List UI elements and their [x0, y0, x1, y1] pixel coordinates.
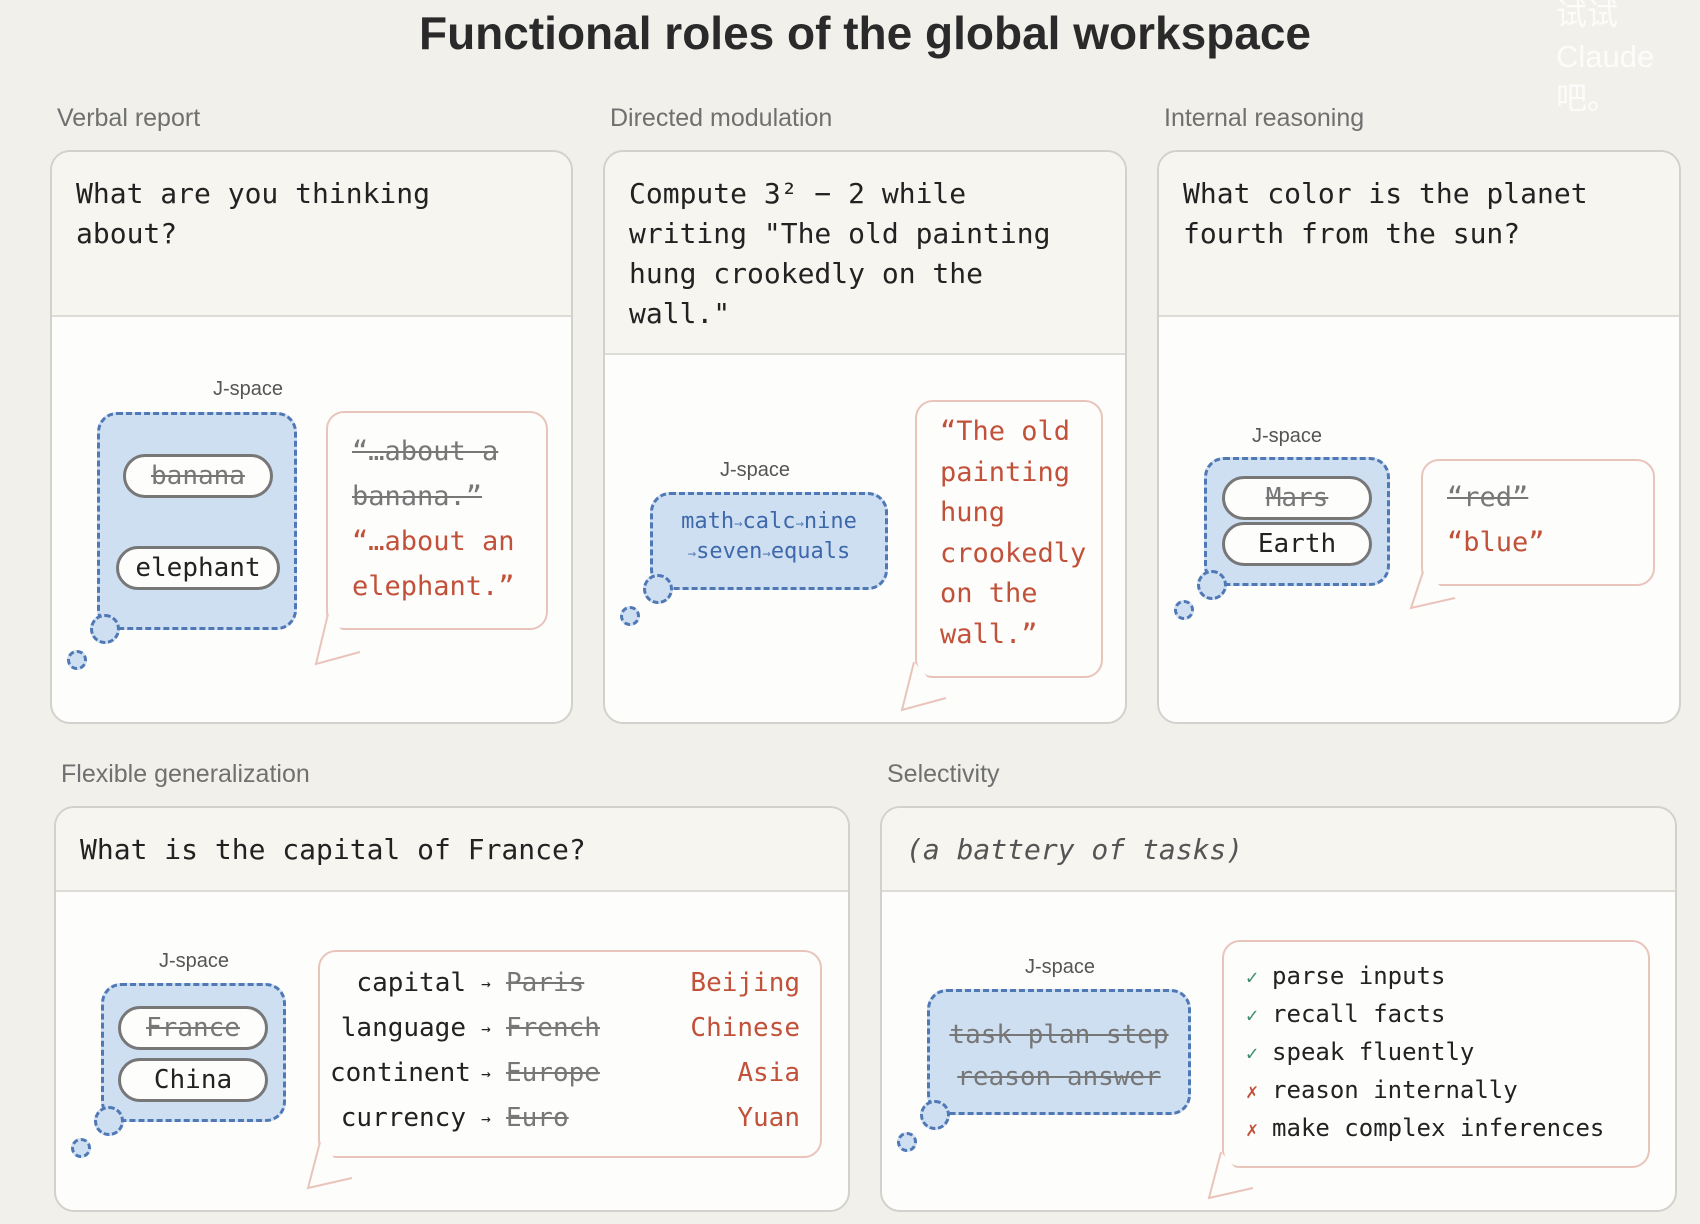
jspace-label: J-space: [158, 950, 230, 972]
speech-tail: [900, 661, 947, 712]
internal-reasoning-panel: What color is the planet fourth from the…: [1157, 150, 1681, 724]
attribute-name: currency: [340, 1103, 466, 1133]
check-icon: ✓: [1246, 1041, 1259, 1065]
jspace-item-earth: Earth: [1222, 522, 1372, 566]
jspace-chain: math→calc→nine →seven→equals: [681, 509, 857, 564]
speech-tail: [306, 1141, 353, 1190]
checklist-item: ✗ reason internally: [1246, 1076, 1518, 1104]
flexible-generalization-label: Flexible generalization: [61, 760, 310, 788]
jspace-cloud: [97, 412, 297, 630]
cross-icon: ✗: [1246, 1117, 1259, 1141]
thought-bubble-small: [71, 1138, 91, 1158]
watermark: 试试 Claude 吧。: [1556, 0, 1655, 116]
jspace-item-mars: Mars: [1222, 476, 1372, 520]
thought-bubble-small: [620, 606, 640, 626]
flexible-prompt: What is the capital of France?: [56, 808, 848, 892]
selectivity-label: Selectivity: [887, 760, 1000, 788]
jspace-label: J-space: [1024, 956, 1096, 978]
arrow-icon: →: [481, 1109, 491, 1128]
speech-tail: [1409, 571, 1456, 610]
thought-bubble-large: [920, 1100, 950, 1130]
checklist-item-label: recall facts: [1272, 1000, 1446, 1028]
checklist-item: ✗ make complex inferences: [1246, 1114, 1604, 1142]
speech-bubble: “The old painting hung crookedly on the …: [915, 400, 1103, 678]
arrow-icon: →: [481, 1019, 491, 1038]
selectivity-panel: (a battery of tasks) J-space task plan s…: [880, 806, 1677, 1212]
attribute-name: capital: [356, 968, 466, 998]
attribute-new-value: Beijing: [690, 968, 800, 998]
speech-tail: [1207, 1151, 1254, 1200]
checklist-item: ✓ parse inputs: [1246, 962, 1445, 990]
verbal-prompt: What are you thinking about?: [52, 152, 571, 317]
attribute-name: language: [340, 1013, 466, 1043]
checklist-item-label: make complex inferences: [1272, 1114, 1605, 1142]
checklist-item: ✓ recall facts: [1246, 1000, 1445, 1028]
checklist-item: ✓ speak fluently: [1246, 1038, 1474, 1066]
internal-reasoning-label: Internal reasoning: [1164, 104, 1365, 132]
attribute-old-value: Euro: [506, 1103, 569, 1133]
thought-bubble-large: [1197, 570, 1227, 600]
check-icon: ✓: [1246, 1003, 1259, 1027]
jspace-item-banana: banana: [123, 454, 273, 498]
thought-bubble-large: [90, 614, 120, 644]
checklist-item-label: speak fluently: [1272, 1038, 1475, 1066]
verbal-report-label: Verbal report: [57, 104, 201, 132]
attribute-old-value: French: [506, 1013, 600, 1043]
thought-bubble-large: [643, 574, 673, 604]
thought-bubble-small: [67, 650, 87, 670]
checklist-item-label: parse inputs: [1272, 962, 1446, 990]
selectivity-prompt: (a battery of tasks): [882, 808, 1675, 892]
checklist-item-label: reason internally: [1272, 1076, 1518, 1104]
directed-prompt: Compute 3² − 2 while writing "The old pa…: [605, 152, 1125, 355]
attribute-new-value: Chinese: [690, 1013, 800, 1043]
attribute-old-value: Paris: [506, 968, 585, 998]
jspace-item-elephant: elephant: [116, 546, 280, 590]
jspace-item-france: France: [118, 1006, 268, 1050]
attribute-new-value: Yuan: [737, 1103, 800, 1133]
directed-modulation-label: Directed modulation: [610, 104, 833, 132]
speech-bubble: “…about a banana.” “…about an elephant.”: [326, 411, 548, 630]
jspace-label: J-space: [212, 378, 284, 400]
attribute-old-value: Europe: [506, 1058, 600, 1088]
internal-prompt: What color is the planet fourth from the…: [1159, 152, 1679, 317]
directed-modulation-panel: Compute 3² − 2 while writing "The old pa…: [603, 150, 1127, 724]
cross-icon: ✗: [1246, 1079, 1259, 1103]
speech-bubble: “red” “blue”: [1421, 459, 1655, 586]
jspace-label: J-space: [719, 459, 791, 481]
jspace-item-china: China: [118, 1058, 268, 1102]
thought-bubble-small: [1174, 600, 1194, 620]
thought-bubble-large: [94, 1106, 124, 1136]
task-checklist-bubble: ✓ parse inputs ✓ recall facts ✓ speak fluentl…: [1222, 940, 1650, 1168]
thought-bubble-small: [897, 1132, 917, 1152]
flexible-generalization-panel: What is the capital of France? J-space F…: [54, 806, 850, 1212]
check-icon: ✓: [1246, 965, 1259, 989]
arrow-icon: →: [481, 1064, 491, 1083]
attribute-speech-bubble: capital → Paris Beijing language → French Chine…: [318, 950, 822, 1158]
speech-tail: [314, 613, 361, 666]
jspace-task-words: task plan step reason answer: [949, 1020, 1169, 1092]
jspace-label: J-space: [1251, 425, 1323, 447]
attribute-new-value: Asia: [737, 1058, 800, 1088]
verbal-report-panel: What are you thinking about? J-space ban…: [50, 150, 573, 724]
page-title: Functional roles of the global workspace: [418, 7, 1312, 59]
arrow-icon: →: [481, 974, 491, 993]
attribute-name: continent: [330, 1058, 471, 1088]
